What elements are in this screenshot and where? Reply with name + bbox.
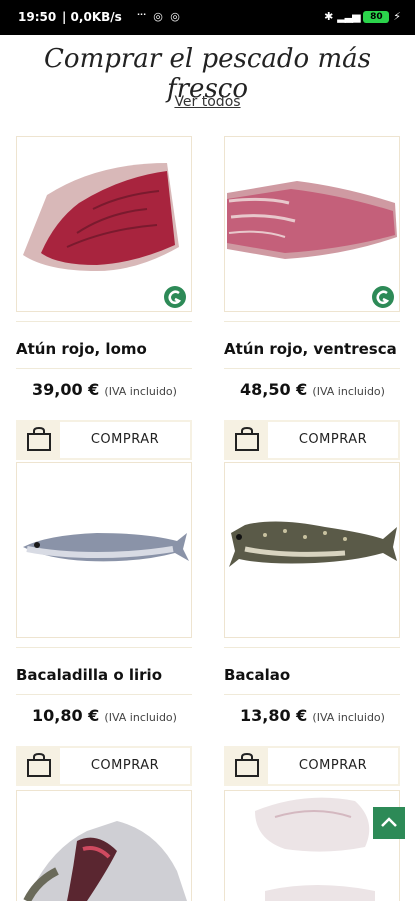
buy-button[interactable]: COMPRAR: [268, 422, 398, 458]
status-right-icons: ✱ ▂▃▅ 80 ⚡: [324, 10, 401, 23]
battery-icon: 80: [363, 11, 390, 23]
product-image[interactable]: [16, 136, 192, 312]
product-name[interactable]: Atún rojo, lomo: [16, 340, 147, 358]
buy-row: COMPRAR: [16, 746, 192, 786]
shopping-bag-icon[interactable]: [26, 426, 52, 452]
divider: [224, 368, 400, 369]
price-row: 48,50 € (IVA incluido): [240, 380, 385, 399]
brand-logo-icon: [372, 286, 394, 308]
divider: [16, 647, 192, 648]
buy-button[interactable]: COMPRAR: [60, 422, 190, 458]
product-name[interactable]: Bacaladilla o lirio: [16, 666, 162, 684]
product-image[interactable]: [16, 462, 192, 638]
signal-icon: ▂▃▅: [337, 10, 360, 23]
status-bar: 19:50 | 0,0KB/s ··· ◎ ◎ ✱ ▂▃▅ 80 ⚡: [0, 0, 415, 35]
product-name[interactable]: Atún rojo, ventresca: [224, 340, 397, 358]
chevron-up-icon: [381, 817, 397, 827]
shopping-bag-icon[interactable]: [234, 426, 260, 452]
divider: [16, 321, 192, 322]
product-image[interactable]: [16, 790, 192, 903]
buy-row: COMPRAR: [224, 746, 400, 786]
product-price: 13,80 €: [240, 706, 308, 725]
vat-note: (IVA incluido): [104, 385, 177, 398]
divider: [224, 647, 400, 648]
divider: [224, 694, 400, 695]
vat-note: (IVA incluido): [312, 711, 385, 724]
divider: [224, 321, 400, 322]
status-time: 19:50: [18, 10, 57, 24]
price-row: 13,80 € (IVA incluido): [240, 706, 385, 725]
shopping-bag-icon[interactable]: [234, 752, 260, 778]
buy-row: COMPRAR: [224, 420, 400, 460]
product-price: 39,00 €: [32, 380, 100, 399]
price-row: 10,80 € (IVA incluido): [32, 706, 177, 725]
brand-logo-icon: [164, 286, 186, 308]
buy-button[interactable]: COMPRAR: [60, 748, 190, 784]
product-image[interactable]: [224, 462, 400, 638]
whatsapp-icon-2: ◎: [170, 10, 180, 23]
shopping-bag-icon[interactable]: [26, 752, 52, 778]
price-row: 39,00 € (IVA incluido): [32, 380, 177, 399]
divider: [16, 694, 192, 695]
whatsapp-icon: ◎: [153, 10, 163, 23]
vat-note: (IVA incluido): [312, 385, 385, 398]
charging-icon: ⚡: [393, 10, 401, 23]
product-price: 10,80 €: [32, 706, 100, 725]
scroll-top-button[interactable]: [373, 807, 405, 839]
product-price: 48,50 €: [240, 380, 308, 399]
buy-row: COMPRAR: [16, 420, 192, 460]
bluetooth-icon: ✱: [324, 10, 334, 23]
product-image[interactable]: [224, 136, 400, 312]
divider: [16, 368, 192, 369]
view-all-link[interactable]: Ver todos: [0, 94, 415, 110]
network-speed: | 0,0KB/s: [62, 10, 122, 24]
buy-button[interactable]: COMPRAR: [268, 748, 398, 784]
vat-note: (IVA incluido): [104, 711, 177, 724]
status-dots: ···: [137, 10, 147, 19]
product-name[interactable]: Bacalao: [224, 666, 290, 684]
battery-level: 80: [370, 12, 383, 22]
